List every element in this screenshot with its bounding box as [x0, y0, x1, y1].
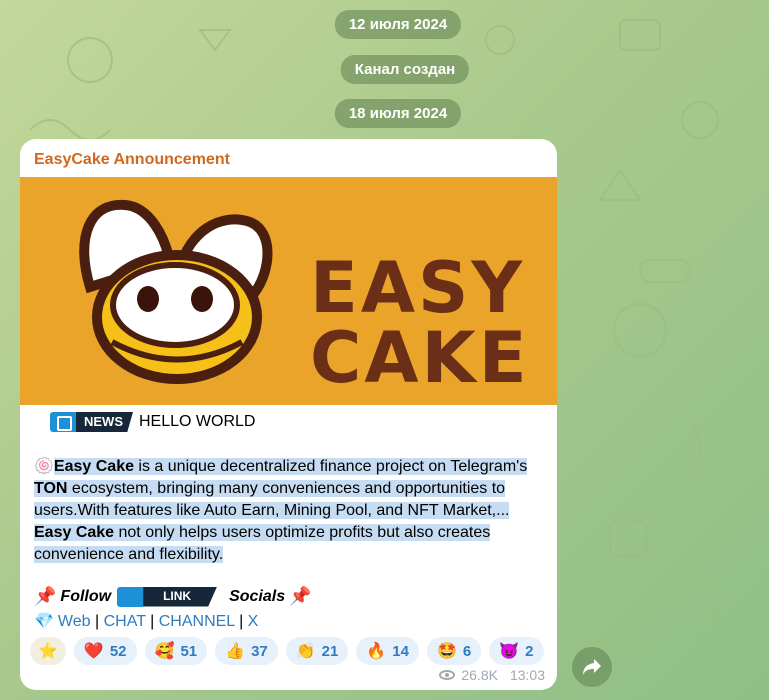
reaction-devil[interactable]: 😈 2	[489, 637, 544, 665]
service-message-channel-created: Канал создан	[340, 55, 470, 84]
reaction-count: 14	[392, 642, 409, 660]
reaction-count: 52	[109, 642, 127, 660]
news-headline: HELLO WORLD	[139, 413, 256, 430]
link-web[interactable]: Web	[58, 613, 91, 630]
bold-text-segment: Easy Cake	[34, 524, 115, 541]
follow-label: Follow	[60, 587, 112, 605]
link-icon	[117, 586, 144, 607]
text-segment: is a unique decentralized finance projec…	[133, 458, 528, 475]
reaction-star[interactable]: ⭐	[30, 637, 66, 665]
reaction-fire[interactable]: 🔥 14	[356, 637, 419, 665]
reaction-thumbs-up[interactable]: 👍 37	[215, 637, 278, 665]
bold-text-segment: Easy Cake	[53, 458, 134, 475]
message-meta: 26.8K 13:03	[439, 667, 545, 683]
reaction-count: 6	[462, 642, 472, 660]
follow-row: 📌 Follow LINK Socials 📌	[34, 586, 312, 607]
link-x[interactable]: X	[248, 613, 259, 630]
message-bubble[interactable]: EasyCake Announcement EASY CAKE NEWS HEL…	[20, 139, 557, 690]
news-badge-label: NEWS	[76, 412, 133, 432]
link-badge: LINK	[117, 586, 218, 607]
forward-arrow-icon	[583, 659, 601, 675]
link-channel[interactable]: CHANNEL	[159, 613, 235, 630]
reaction-count: 21	[321, 642, 339, 660]
text-segment: ecosystem, bringing many conveniences an…	[34, 480, 510, 519]
date-separator: 18 июля 2024	[334, 99, 462, 128]
star-icon: ⭐	[38, 643, 58, 660]
diamond-icon: 💎	[34, 613, 54, 630]
date-separator: 12 июля 2024	[334, 10, 462, 39]
reaction-heart[interactable]: ❤️ 52	[73, 637, 137, 665]
separator: |	[239, 613, 244, 630]
news-icon	[50, 412, 76, 432]
reactions-bar: ⭐ ❤️ 52 🥰 51 👍 37 👏 21 🔥 14 🤩 6 😈 2	[30, 637, 544, 665]
pushpin-icon: 📌	[34, 586, 57, 606]
pushpin-icon: 📌	[289, 586, 312, 606]
message-text: 🍥Easy Cake is a unique decentralized fin…	[34, 456, 542, 566]
cake-icon: 🍥	[34, 458, 54, 475]
selected-text: Easy Cake is a unique decentralized fina…	[34, 458, 528, 563]
fire-icon: 🔥	[366, 643, 387, 660]
eye-icon	[439, 670, 456, 680]
message-image[interactable]: EASY CAKE	[20, 177, 557, 405]
separator: |	[150, 613, 155, 630]
thumbs-up-icon: 👍	[225, 643, 246, 660]
reaction-star-struck[interactable]: 🤩 6	[426, 637, 482, 665]
link-badge-label: LINK	[143, 586, 218, 607]
reaction-smiling-hearts[interactable]: 🥰 51	[144, 637, 208, 665]
channel-name[interactable]: EasyCake Announcement	[34, 151, 230, 169]
heart-icon: ❤️	[83, 643, 104, 660]
socials-label: Socials	[229, 587, 286, 605]
bold-text-segment: TON	[34, 480, 68, 497]
reaction-clap[interactable]: 👏 21	[285, 637, 349, 665]
link-chat[interactable]: CHAT	[104, 613, 146, 630]
separator: |	[94, 613, 100, 630]
news-headline-row: NEWS HELLO WORLD	[50, 412, 255, 432]
banner-text-line: CAKE	[310, 317, 530, 399]
reaction-count: 2	[525, 642, 534, 660]
forward-button[interactable]	[572, 647, 612, 687]
reaction-count: 51	[180, 642, 198, 660]
reaction-count: 37	[251, 642, 268, 660]
smiling-face-with-hearts-icon: 🥰	[154, 643, 175, 660]
news-badge: NEWS	[50, 412, 133, 432]
links-row: 💎 Web | CHAT | CHANNEL | X	[34, 611, 258, 631]
star-struck-icon: 🤩	[436, 643, 457, 660]
view-count: 26.8K	[461, 667, 498, 683]
message-time: 13:03	[509, 667, 545, 683]
smiling-devil-icon: 😈	[499, 643, 520, 660]
clapping-hands-icon: 👏	[295, 643, 316, 660]
